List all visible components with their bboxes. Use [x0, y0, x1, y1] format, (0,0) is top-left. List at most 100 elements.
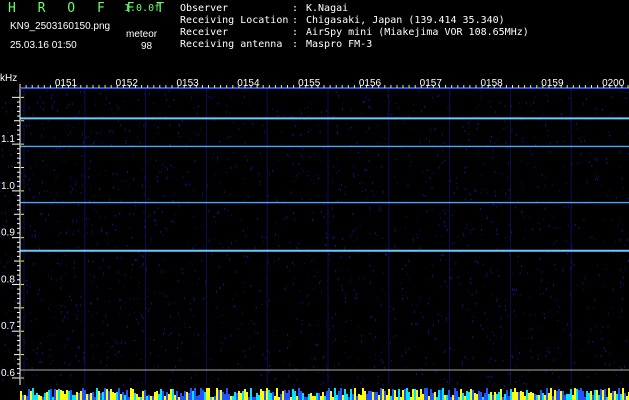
noise-dot — [496, 248, 498, 250]
noise-dot — [443, 142, 445, 144]
noise-dot — [312, 287, 314, 289]
noise-dot — [35, 319, 37, 321]
noise-dot — [0, 262, 2, 264]
intensity-bar — [540, 390, 542, 400]
noise-dot — [156, 176, 158, 179]
noise-dot — [36, 374, 37, 376]
noise-dot — [531, 153, 533, 156]
intensity-bar — [266, 388, 268, 400]
noise-dot — [117, 342, 119, 345]
noise-dot — [545, 370, 547, 373]
noise-dot — [151, 238, 153, 241]
noise-dot — [49, 354, 50, 356]
noise-dot — [590, 328, 592, 331]
noise-dot — [517, 255, 519, 258]
noise-dot — [129, 129, 130, 132]
noise-dot — [492, 148, 494, 151]
intensity-bar — [40, 396, 42, 400]
noise-dot — [180, 136, 182, 137]
noise-dot — [139, 282, 141, 284]
noise-dot — [68, 149, 70, 151]
noise-dot — [425, 364, 427, 365]
noise-dot — [108, 301, 110, 303]
noise-dot — [257, 331, 259, 334]
noise-dot — [353, 241, 355, 242]
intensity-bar — [530, 392, 532, 400]
noise-dot — [69, 295, 70, 298]
noise-dot — [313, 276, 315, 278]
noise-dot — [586, 98, 587, 100]
noise-dot — [399, 231, 401, 233]
intensity-bar — [82, 388, 84, 400]
noise-dot — [164, 93, 166, 96]
noise-dot — [617, 225, 619, 227]
noise-dot — [118, 107, 119, 110]
noise-dot — [17, 142, 19, 144]
noise-dot — [187, 171, 189, 174]
intensity-bar — [524, 396, 526, 400]
noise-dot — [403, 122, 405, 124]
noise-dot — [314, 358, 316, 360]
noise-dot — [68, 230, 70, 231]
noise-dot — [322, 372, 324, 374]
noise-dot — [234, 271, 236, 274]
noise-dot — [302, 147, 304, 150]
noise-dot — [447, 381, 449, 383]
noise-dot — [441, 133, 443, 136]
noise-dot — [625, 97, 627, 100]
noise-dot — [133, 340, 135, 342]
noise-dot — [91, 223, 93, 225]
noise-dot — [344, 247, 345, 250]
noise-dot — [491, 221, 493, 224]
noise-dot — [335, 91, 337, 94]
noise-dot — [596, 264, 598, 266]
noise-dot — [67, 311, 69, 314]
noise-dot — [390, 114, 392, 115]
noise-dot — [529, 105, 531, 107]
intensity-bar — [506, 390, 508, 400]
intensity-bar — [194, 388, 196, 400]
noise-dot — [168, 90, 170, 93]
noise-dot — [411, 304, 413, 306]
noise-dot — [595, 113, 596, 115]
noise-dot — [83, 352, 85, 354]
intensity-bar — [360, 395, 362, 400]
noise-dot — [25, 280, 27, 282]
noise-dot — [380, 209, 382, 211]
noise-dot — [490, 357, 492, 360]
intensity-bar — [186, 392, 188, 400]
noise-dot — [527, 162, 529, 164]
noise-dot — [139, 141, 141, 144]
noise-dot — [506, 147, 508, 149]
noise-dot — [613, 370, 615, 372]
noise-dot — [292, 262, 294, 265]
noise-dot — [308, 131, 309, 133]
noise-dot — [341, 288, 343, 291]
noise-dot — [131, 237, 133, 239]
meta-key: Receiver — [180, 27, 229, 38]
noise-dot — [323, 147, 325, 150]
intensity-bar — [510, 389, 512, 400]
noise-dot — [241, 366, 243, 368]
noise-dot — [369, 206, 371, 209]
noise-dot — [533, 101, 535, 104]
noise-dot — [354, 297, 356, 300]
intensity-bar — [34, 395, 36, 400]
noise-dot — [285, 148, 287, 150]
noise-dot — [8, 350, 10, 352]
intensity-bar — [202, 390, 204, 400]
intensity-bar — [314, 396, 316, 400]
noise-dot — [344, 352, 346, 354]
noise-dot — [440, 217, 442, 219]
intensity-bar — [452, 395, 454, 400]
noise-dot — [462, 303, 464, 305]
noise-dot — [80, 91, 81, 94]
intensity-bar — [490, 392, 492, 400]
noise-dot — [120, 124, 122, 127]
noise-dot — [213, 238, 215, 240]
noise-dot — [537, 186, 539, 189]
noise-dot — [110, 346, 112, 348]
intensity-bar — [46, 392, 48, 400]
noise-dot — [163, 194, 165, 197]
intensity-bar — [408, 392, 410, 400]
